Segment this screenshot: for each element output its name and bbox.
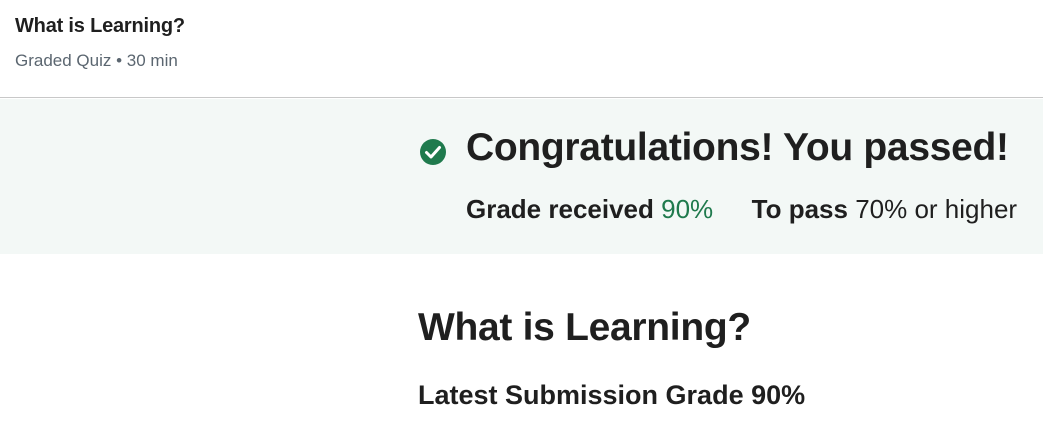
pass-heading: Congratulations! You passed! — [466, 126, 1009, 169]
grade-summary: Grade received 90% To pass 70% or higher — [466, 194, 1017, 225]
to-pass-value: 70% or higher — [855, 194, 1018, 224]
quiz-title: What is Learning? — [15, 15, 185, 37]
page-title: What is Learning? — [418, 306, 751, 349]
quiz-header: What is Learning? Graded Quiz • 30 min — [0, 0, 1043, 98]
quiz-meta: Graded Quiz • 30 min — [15, 51, 178, 70]
to-pass-label: To pass — [751, 194, 856, 224]
check-circle-icon — [420, 139, 446, 165]
grade-received-value: 90% — [661, 194, 714, 224]
quiz-result-page: What is Learning? Graded Quiz • 30 min C… — [0, 0, 1043, 440]
latest-submission-grade: Latest Submission Grade 90% — [418, 380, 806, 410]
pass-banner — [0, 99, 1043, 254]
grade-received-label: Grade received — [466, 194, 662, 224]
